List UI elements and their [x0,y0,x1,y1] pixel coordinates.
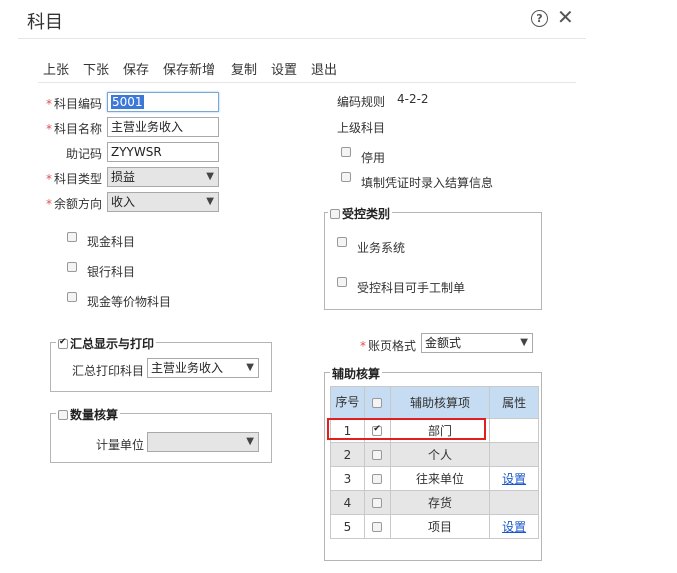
controlled-checkbox[interactable] [330,209,340,219]
table-row[interactable]: 4 存货 [330,490,539,515]
row-item: 项目 [389,514,491,539]
row-checkbox[interactable] [372,522,383,532]
attr-settings-link[interactable]: 设置 [502,472,526,486]
code-input[interactable]: 5001 [107,92,219,112]
table-row[interactable]: 5 项目 设置 [330,514,539,539]
summary-checkbox[interactable] [58,337,68,349]
row-checkbox[interactable] [372,450,383,460]
toolbar-divider [38,82,576,83]
business-label: 业务系统 [357,241,406,255]
cash-equiv-label: 现金等价物科目 [87,295,172,309]
summary-print-label: 汇总打印科目 [72,364,145,378]
balance-label: * 余额方向 [46,197,103,211]
chevron-down-icon: ▼ [206,196,214,207]
attr-settings-link[interactable]: 设置 [502,520,526,534]
bank-checkbox[interactable] [67,262,77,272]
settle-label: 填制凭证时录入结算信息 [361,176,494,190]
name-label: * 科目名称 [46,122,103,136]
col-no: 序号 [330,386,365,419]
cash-checkbox[interactable] [67,232,77,242]
controlled-legend: 受控类别 [328,205,393,222]
name-input[interactable]: 主营业务收入 [107,117,219,137]
row-attr [489,490,539,515]
business-checkbox[interactable] [337,237,347,247]
chevron-down-icon: ▼ [520,337,528,348]
save-button[interactable]: 保存 [123,59,149,78]
col-attr: 属性 [489,386,539,419]
aux-header-row: 序号 辅助核算项 属性 [330,386,539,419]
row-checkbox[interactable] [372,474,383,484]
exit-button[interactable]: 退出 [311,59,337,78]
row-item: 存货 [389,490,491,515]
disable-label: 停用 [361,151,386,165]
next-button[interactable]: 下张 [83,59,109,78]
quantity-checkbox[interactable] [58,410,68,420]
bank-label: 银行科目 [87,265,136,279]
disable-checkbox[interactable] [341,147,351,157]
window-title: 科目 [27,12,63,33]
aux-legend: 辅助核算 [330,365,383,382]
settings-button[interactable]: 设置 [271,59,297,78]
chevron-down-icon: ▼ [246,436,254,447]
row-attr [489,418,539,443]
unit-select[interactable]: ▼ [147,432,259,452]
col-check [363,386,391,419]
balance-select[interactable]: 收入 ▼ [107,192,219,212]
save-new-button[interactable]: 保存新增 [163,59,215,78]
rule-value: 4-2-2 [397,92,429,106]
quantity-legend: 数量核算 [56,406,121,423]
table-row[interactable]: 3 往来单位 设置 [330,466,539,491]
header-divider [18,38,586,39]
row-checkbox[interactable] [372,498,383,508]
mnemonic-label: 助记码 [66,147,103,161]
row-check [363,442,391,467]
mnemonic-input[interactable]: ZYYWSR [107,142,219,162]
row-attr: 设置 [489,466,539,491]
row-item: 往来单位 [389,466,491,491]
prev-button[interactable]: 上张 [43,59,69,78]
row-attr: 设置 [489,514,539,539]
table-row[interactable]: 2 个人 [330,442,539,467]
type-label: * 科目类型 [46,172,103,186]
cash-equiv-checkbox[interactable] [67,292,77,302]
row-item: 个人 [389,442,491,467]
aux-table: 序号 辅助核算项 属性 1 部门 2 个人 3 往来单位 设置 4 存货 5 项… [330,386,539,539]
help-icon[interactable]: ? [531,10,548,27]
row-no: 5 [330,514,365,539]
row-check [363,466,391,491]
code-label: * 科目编码 [46,97,103,111]
row-no: 3 [330,466,365,491]
row-no: 4 [330,490,365,515]
summary-legend: 汇总显示与打印 [56,335,157,352]
row-attr [489,442,539,467]
settle-checkbox[interactable] [341,172,351,182]
chevron-down-icon: ▼ [206,171,214,182]
manual-checkbox[interactable] [337,277,347,287]
row-check [363,514,391,539]
highlight-box [327,418,486,440]
manual-label: 受控科目可手工制单 [357,281,466,295]
select-all-checkbox[interactable] [372,398,383,408]
row-no: 2 [330,442,365,467]
parent-label: 上级科目 [337,121,386,135]
summary-print-select[interactable]: 主营业务收入 ▼ [147,358,259,378]
row-check [363,490,391,515]
rule-label: 编码规则 [337,95,386,109]
col-item: 辅助核算项 [389,386,491,419]
close-icon[interactable]: ✕ [557,6,574,28]
cash-label: 现金科目 [87,235,136,249]
copy-button[interactable]: 复制 [231,59,257,78]
ledger-label: * 账页格式 [360,339,417,353]
type-select[interactable]: 损益 ▼ [107,167,219,187]
chevron-down-icon: ▼ [246,362,254,373]
unit-label: 计量单位 [96,438,145,452]
ledger-select[interactable]: 金额式 ▼ [421,333,533,353]
